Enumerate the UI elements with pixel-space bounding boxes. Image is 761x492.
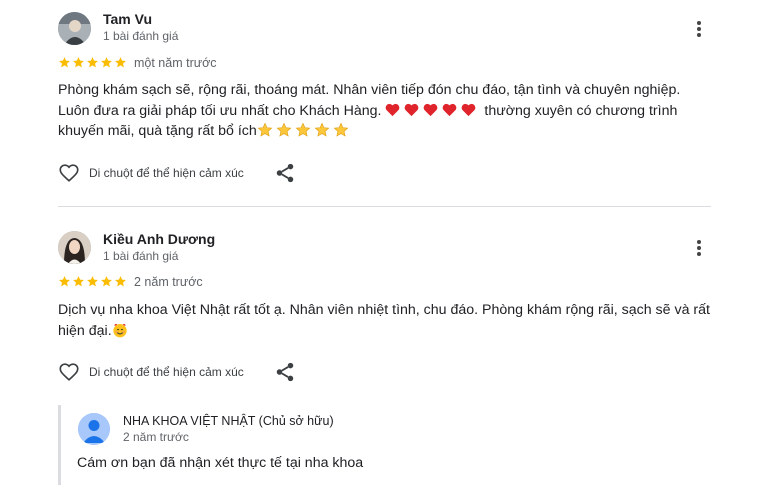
review-card: Tam Vu 1 bài đánh giá một năm trước Phòn… <box>58 0 711 195</box>
owner-name: NHA KHOA VIỆT NHẬT (Chủ sở hữu) <box>123 414 334 428</box>
star-emoji-icon <box>257 122 273 137</box>
star-icon <box>59 276 70 287</box>
share-icon[interactable] <box>274 162 296 184</box>
owner-reply: NHA KHOA VIỆT NHẬT (Chủ sở hữu) 2 năm tr… <box>58 405 561 485</box>
star-icon <box>59 57 70 68</box>
heart-emoji-icon <box>443 103 457 116</box>
user-avatar-icon <box>78 413 110 445</box>
emoji-stars <box>257 122 352 139</box>
review-time: 2 năm trước <box>134 275 203 289</box>
share-icon[interactable] <box>274 361 296 383</box>
star-icon <box>115 57 126 68</box>
heart-emoji-icon <box>405 103 419 116</box>
star-rating <box>58 275 127 288</box>
more-vert-icon[interactable] <box>695 238 703 258</box>
reviewer-review-count: 1 bài đánh giá <box>103 29 179 43</box>
review-divider <box>58 206 711 207</box>
owner-reply-text: Cám ơn bạn đã nhận xét thực tế tại nha k… <box>77 455 364 471</box>
review-card: Kiều Anh Dương 1 bài đánh giá 2 năm trướ… <box>58 220 711 400</box>
star-emoji-icon <box>295 122 311 137</box>
star-emoji-icon <box>276 122 292 137</box>
review-time: một năm trước <box>134 56 217 70</box>
star-rating <box>58 56 127 69</box>
star-emoji-icon <box>333 122 349 137</box>
star-icon <box>73 57 84 68</box>
reviewer-name[interactable]: Kiều Anh Dương <box>103 231 215 247</box>
heart-outline-icon[interactable] <box>58 162 80 184</box>
star-icon <box>87 276 98 287</box>
heart-emoji-icon <box>424 103 438 116</box>
avatar[interactable] <box>58 231 91 264</box>
heart-outline-icon[interactable] <box>58 361 80 383</box>
smiling-face-emoji-icon <box>112 323 127 337</box>
more-vert-icon[interactable] <box>695 19 703 39</box>
reaction-hint: Di chuột để thể hiện cảm xúc <box>89 166 244 180</box>
star-icon <box>101 276 112 287</box>
owner-reply-time: 2 năm trước <box>123 430 189 444</box>
review-text-part: Dịch vụ nha khoa Việt Nhật rất tốt ạ. Nh… <box>58 302 710 339</box>
emoji-hearts <box>385 103 484 119</box>
star-icon <box>101 57 112 68</box>
reaction-hint: Di chuột để thể hiện cảm xúc <box>89 365 244 379</box>
star-emoji-icon <box>314 122 330 137</box>
review-text: Dịch vụ nha khoa Việt Nhật rất tốt ạ. Nh… <box>58 300 711 341</box>
reviewer-review-count: 1 bài đánh giá <box>103 249 179 263</box>
star-icon <box>115 276 126 287</box>
reviewer-name[interactable]: Tam Vu <box>103 11 152 27</box>
heart-emoji-icon <box>386 103 400 116</box>
review-text: Phòng khám sạch sẽ, rộng rãi, thoáng mát… <box>58 80 711 142</box>
star-icon <box>73 276 84 287</box>
avatar[interactable] <box>58 12 91 45</box>
heart-emoji-icon <box>462 103 476 116</box>
star-icon <box>87 57 98 68</box>
